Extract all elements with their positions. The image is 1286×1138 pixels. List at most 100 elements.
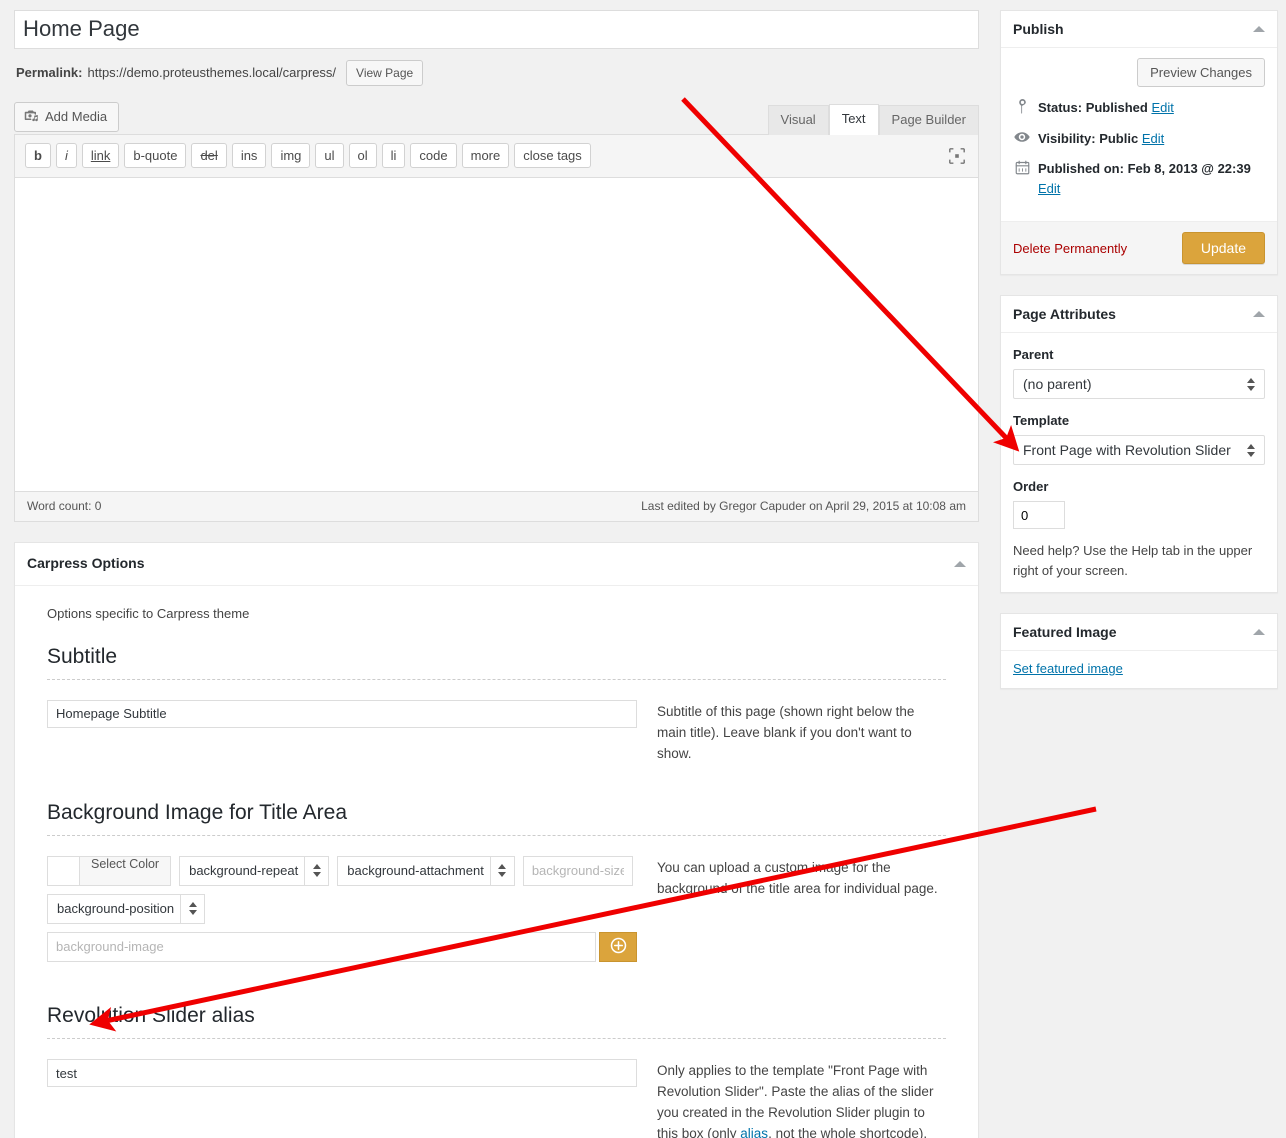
background-field-row: Select Color background-repeat backgroun… bbox=[47, 855, 946, 962]
subtitle-field-wrapper bbox=[47, 699, 637, 728]
calendar-icon bbox=[1013, 159, 1031, 175]
editor-status-bar: Word count: 0 Last edited by Gregor Capu… bbox=[15, 490, 978, 521]
tab-text[interactable]: Text bbox=[828, 104, 879, 136]
chevron-up-icon[interactable] bbox=[1253, 26, 1265, 32]
carpress-options-title: Carpress Options bbox=[27, 554, 145, 571]
page-attributes-body: Parent (no parent) Template Front Page w… bbox=[1001, 333, 1277, 592]
template-select-value: Front Page with Revolution Slider bbox=[1023, 442, 1231, 458]
parent-select[interactable]: (no parent) bbox=[1013, 369, 1265, 399]
update-button[interactable]: Update bbox=[1181, 232, 1265, 264]
quicktag-b-quote[interactable]: b-quote bbox=[124, 142, 187, 168]
select-spinner-icon bbox=[1238, 436, 1264, 464]
permalink-url: https://demo.proteusthemes.local/carpres… bbox=[87, 65, 337, 81]
order-input[interactable] bbox=[1013, 501, 1065, 529]
revolution-slider-alias-input[interactable] bbox=[47, 1059, 637, 1088]
quicktag-close-tags[interactable]: close tags bbox=[514, 142, 591, 168]
quicktag-code[interactable]: code bbox=[410, 142, 457, 168]
permalink-label: Permalink: bbox=[16, 65, 83, 81]
eye-icon bbox=[1013, 129, 1031, 144]
publish-panel-header[interactable]: Publish bbox=[1001, 11, 1277, 48]
carpress-intro-text: Options specific to Carpress theme bbox=[47, 605, 250, 621]
subtitle-section-heading: Subtitle bbox=[47, 644, 118, 668]
select-color-button[interactable]: Select Color bbox=[80, 856, 171, 885]
publish-panel-footer: Delete Permanently Update bbox=[1001, 221, 1277, 274]
quicktag-b[interactable]: b bbox=[25, 142, 51, 168]
quicktag-link[interactable]: link bbox=[81, 142, 120, 168]
page-attributes-title: Page Attributes bbox=[1013, 306, 1116, 322]
quicktag-ol[interactable]: ol bbox=[348, 142, 377, 168]
status-edit-link[interactable]: Edit bbox=[1151, 100, 1173, 115]
page-attributes-help-text: Need help? Use the Help tab in the upper… bbox=[1013, 543, 1253, 578]
quicktag-li[interactable]: li bbox=[381, 142, 406, 168]
content-textarea[interactable] bbox=[15, 177, 978, 491]
preview-changes-button[interactable]: Preview Changes bbox=[1137, 58, 1265, 87]
page-attributes-header[interactable]: Page Attributes bbox=[1001, 296, 1277, 333]
chevron-up-icon[interactable] bbox=[1253, 629, 1265, 635]
status-line: Status: Published Edit bbox=[1013, 98, 1265, 118]
slider-description: Only applies to the template "Front Page… bbox=[657, 1059, 946, 1138]
color-swatch[interactable] bbox=[48, 856, 80, 885]
plus-circle-icon bbox=[610, 937, 627, 957]
background-image-input[interactable] bbox=[47, 931, 597, 962]
quicktag-del[interactable]: del bbox=[191, 142, 227, 168]
background-attachment-select[interactable]: background-attachment bbox=[337, 855, 515, 886]
background-size-input[interactable] bbox=[522, 855, 633, 886]
select-spinner-icon bbox=[489, 856, 514, 885]
color-picker-group[interactable]: Select Color bbox=[47, 855, 172, 886]
featured-image-header[interactable]: Featured Image bbox=[1001, 614, 1277, 651]
tab-visual[interactable]: Visual bbox=[767, 105, 829, 136]
quicktag-i[interactable]: i bbox=[55, 142, 77, 168]
quicktag-ins[interactable]: ins bbox=[231, 142, 267, 168]
status-label: Status: bbox=[1038, 100, 1083, 115]
published-edit-link[interactable]: Edit bbox=[1038, 181, 1060, 196]
page-attributes-panel: Page Attributes Parent (no parent) Templ… bbox=[1000, 295, 1278, 593]
quicktag-img[interactable]: img bbox=[271, 142, 311, 168]
subtitle-field-row: Subtitle of this page (shown right below… bbox=[47, 699, 946, 765]
view-page-button[interactable]: View Page bbox=[346, 59, 424, 86]
add-media-button[interactable]: Add Media bbox=[14, 101, 120, 132]
camera-music-icon bbox=[24, 108, 39, 126]
subtitle-input[interactable] bbox=[47, 699, 637, 728]
media-and-tabs-row: Add Media Visual Text Page Builder bbox=[14, 101, 979, 136]
select-spinner-icon bbox=[304, 856, 329, 885]
visibility-edit-link[interactable]: Edit bbox=[1142, 131, 1164, 146]
tab-page-builder[interactable]: Page Builder bbox=[878, 105, 979, 136]
chevron-up-icon[interactable] bbox=[1253, 311, 1265, 317]
slider-section-heading: Revolution Slider alias bbox=[47, 1003, 255, 1027]
slider-field-wrapper bbox=[47, 1059, 637, 1088]
subtitle-description: Subtitle of this page (shown right below… bbox=[657, 703, 915, 761]
slider-description-part2: , not the whole shortcode). bbox=[768, 1125, 928, 1138]
template-select[interactable]: Front Page with Revolution Slider bbox=[1013, 435, 1265, 465]
section-divider-background bbox=[47, 834, 946, 836]
quicktag-more[interactable]: more bbox=[461, 142, 510, 168]
distraction-free-writing-icon[interactable] bbox=[948, 147, 966, 165]
background-repeat-select[interactable]: background-repeat bbox=[179, 855, 330, 886]
published-on-text: Published on: Feb 8, 2013 @ 22:39 Edit bbox=[1038, 159, 1265, 198]
word-count: Word count: 0 bbox=[27, 498, 102, 513]
featured-image-body: Set featured image bbox=[1001, 651, 1277, 688]
background-description: You can upload a custom image for the ba… bbox=[657, 859, 938, 896]
featured-image-title: Featured Image bbox=[1013, 624, 1117, 640]
published-value: Feb 8, 2013 @ 22:39 bbox=[1127, 161, 1251, 176]
background-position-select[interactable]: background-position bbox=[47, 893, 206, 924]
add-background-image-button[interactable] bbox=[599, 931, 637, 962]
parent-select-value: (no parent) bbox=[1023, 376, 1092, 392]
chevron-up-icon[interactable] bbox=[954, 560, 966, 567]
quicktags-toolbar: b i link b-quote del ins img ul ol li co… bbox=[15, 134, 978, 178]
alias-link[interactable]: alias bbox=[740, 1126, 768, 1138]
published-on-line: Published on: Feb 8, 2013 @ 22:39 Edit bbox=[1013, 159, 1265, 198]
quicktag-ul[interactable]: ul bbox=[315, 142, 344, 168]
carpress-options-header[interactable]: Carpress Options bbox=[15, 543, 978, 586]
background-position-value: background-position bbox=[57, 901, 175, 917]
last-edited-info: Last edited by Gregor Capuder on April 2… bbox=[641, 498, 966, 513]
content-editor-box: b i link b-quote del ins img ul ol li co… bbox=[14, 133, 979, 522]
visibility-line: Visibility: Public Edit bbox=[1013, 129, 1265, 149]
parent-label: Parent bbox=[1013, 347, 1054, 362]
publish-panel-title: Publish bbox=[1013, 21, 1064, 37]
delete-permanently-link[interactable]: Delete Permanently bbox=[1013, 241, 1127, 256]
set-featured-image-link[interactable]: Set featured image bbox=[1013, 661, 1123, 676]
order-label: Order bbox=[1013, 479, 1049, 494]
background-attachment-value: background-attachment bbox=[347, 863, 484, 879]
post-title-input[interactable] bbox=[15, 11, 978, 48]
status-value: Published bbox=[1085, 100, 1148, 115]
